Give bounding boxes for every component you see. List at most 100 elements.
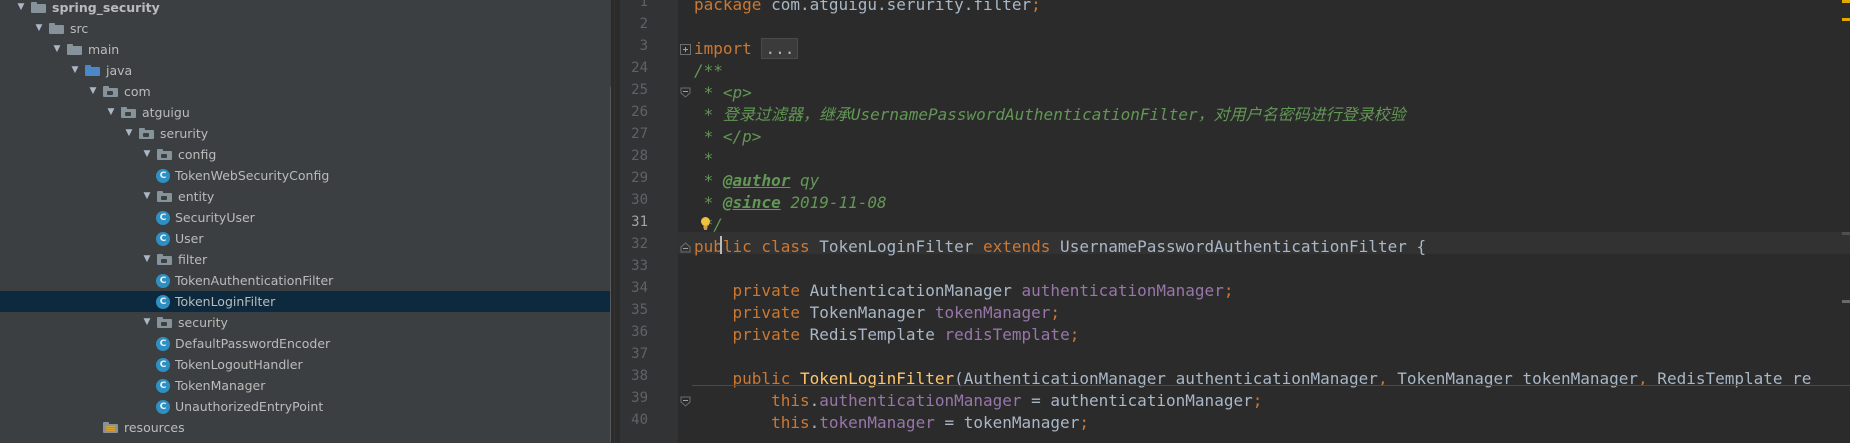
tree-item[interactable]: C TokenWebSecurityConfig	[0, 165, 611, 186]
code-line[interactable]: * <p>	[694, 82, 752, 104]
intention-bulb-icon[interactable]	[699, 216, 712, 231]
expand-arrow-icon[interactable]: ▼	[141, 144, 153, 165]
expand-arrow-icon[interactable]: ▼	[105, 102, 117, 123]
package-icon-wrap	[103, 81, 118, 102]
code-line[interactable]: private AuthenticationManager authentica…	[694, 280, 1234, 302]
code-token: * <p>	[694, 83, 752, 102]
code-token: this	[694, 391, 810, 410]
ide-window: ▼ spring_security ▼ src ▼ main ▼ java ▼ com ▼ atgui…	[0, 0, 1850, 443]
folder-icon-wrap	[67, 39, 82, 60]
expand-arrow-icon[interactable]: ▼	[141, 312, 153, 333]
collapse-arrow-icon[interactable]	[87, 417, 99, 438]
expand-arrow-icon[interactable]: ▼	[15, 0, 27, 18]
code-line[interactable]: this.tokenManager = tokenManager;	[694, 412, 1089, 434]
project-tree[interactable]: ▼ spring_security ▼ src ▼ main ▼ java ▼ com ▼ atgui…	[0, 0, 611, 443]
code-line[interactable]: public class TokenLoginFilter extends Us…	[694, 236, 1426, 258]
tree-item[interactable]: ▼ src	[0, 18, 611, 39]
tree-item[interactable]: C User	[0, 228, 611, 249]
tree-item[interactable]: C UnauthorizedEntryPoint	[0, 396, 611, 417]
line-number: 29	[631, 170, 648, 186]
class-icon-wrap: C	[156, 291, 170, 312]
package-icon-wrap	[121, 102, 136, 123]
expand-arrow-icon[interactable]: ▼	[69, 60, 81, 81]
tree-item[interactable]: C TokenManager	[0, 375, 611, 396]
code-line[interactable]: public TokenLoginFilter(AuthenticationMa…	[694, 368, 1812, 390]
class-icon-wrap: C	[156, 354, 170, 375]
tree-item-label: entity	[178, 189, 215, 204]
tree-scrollbar[interactable]	[610, 85, 611, 443]
tree-item-label: User	[175, 231, 204, 246]
tree-item-label: UnauthorizedEntryPoint	[175, 399, 324, 414]
code-line[interactable]: import ...	[694, 38, 799, 60]
code-line[interactable]: * @since 2019-11-08	[694, 192, 887, 214]
error-stripe-marker[interactable]	[1842, 232, 1850, 235]
code-token: com.atguigu.serurity.filter	[761, 0, 1032, 14]
expand-arrow-icon[interactable]: ▼	[141, 249, 153, 270]
tree-item-label: resources	[124, 420, 185, 435]
package-icon-wrap	[157, 249, 172, 270]
line-number: 28	[631, 148, 648, 164]
expand-arrow-icon[interactable]: ▼	[123, 123, 135, 144]
code-line[interactable]: *	[694, 148, 714, 170]
code-token: package	[694, 0, 762, 14]
code-token: qy	[790, 171, 820, 190]
tree-item[interactable]: ▼ com	[0, 81, 611, 102]
line-number: 2	[639, 16, 648, 32]
code-token: extends	[982, 237, 1051, 256]
tree-item[interactable]: C TokenLoginFilter	[0, 291, 611, 312]
code-token: ;	[1252, 391, 1263, 410]
error-stripe-marker[interactable]	[1842, 300, 1850, 303]
tree-item[interactable]: C DefaultPasswordEncoder	[0, 333, 611, 354]
tree-item-label: filter	[178, 252, 208, 267]
code-line[interactable]: /**	[694, 60, 723, 82]
code-token: ;	[1031, 0, 1041, 14]
tree-item[interactable]: C TokenLogoutHandler	[0, 354, 611, 375]
tree-item[interactable]: ▼ serurity	[0, 123, 611, 144]
fold-collapse-icon[interactable]	[680, 396, 691, 407]
expand-arrow-icon[interactable]: ▼	[87, 81, 99, 102]
error-stripe-marker[interactable]	[1842, 0, 1850, 3]
code-token: TokenLoginFilter	[809, 237, 983, 256]
code-token: .	[809, 391, 820, 410]
tree-item[interactable]: ▼ config	[0, 144, 611, 165]
fold-expand-icon[interactable]	[680, 44, 691, 55]
tree-item[interactable]: ▼ entity	[0, 186, 611, 207]
fold-collapse-icon[interactable]	[680, 242, 691, 253]
expand-arrow-icon[interactable]: ▼	[141, 186, 153, 207]
class-icon: C	[156, 294, 170, 309]
tree-item[interactable]: ▼ main	[0, 39, 611, 60]
class-icon: C	[156, 357, 170, 372]
tree-item[interactable]: ▼ filter	[0, 249, 611, 270]
class-icon: C	[156, 168, 170, 183]
code-line[interactable]: this.authenticationManager = authenticat…	[694, 390, 1262, 412]
code-line[interactable]: * 登录过滤器，继承UsernamePasswordAuthentication…	[694, 104, 1406, 126]
tree-item[interactable]: resources	[0, 417, 611, 438]
code-line[interactable]: package com.atguigu.serurity.filter;	[694, 0, 1041, 16]
tree-item[interactable]: ▼ atguigu	[0, 102, 611, 123]
tree-item-label: com	[124, 84, 151, 99]
tree-item[interactable]: ▼ security	[0, 312, 611, 333]
class-icon: C	[156, 336, 170, 351]
code-token: *	[694, 171, 723, 190]
package-icon	[157, 317, 172, 328]
expand-arrow-icon[interactable]: ▼	[33, 18, 45, 39]
tree-item[interactable]: ▼ spring_security	[0, 0, 611, 18]
fold-collapse-icon[interactable]	[680, 87, 691, 98]
error-stripe-marker[interactable]	[1842, 18, 1850, 21]
expand-arrow-icon[interactable]: ▼	[51, 39, 63, 60]
tree-item[interactable]: C SecurityUser	[0, 207, 611, 228]
code-token: private	[694, 281, 800, 300]
code-token: *	[694, 193, 723, 212]
code-line[interactable]: private TokenManager tokenManager;	[694, 302, 1061, 324]
line-number: 38	[631, 368, 648, 384]
folded-imports[interactable]: ...	[761, 38, 799, 59]
line-number: 40	[631, 412, 648, 428]
code-line[interactable]: * @author qy	[694, 170, 820, 192]
tree-item[interactable]: ▼ java	[0, 60, 611, 81]
code-line[interactable]: private RedisTemplate redisTemplate;	[694, 324, 1080, 346]
code-token: this	[694, 413, 810, 432]
code-line[interactable]: * </p>	[694, 126, 762, 148]
tree-item[interactable]: C TokenAuthenticationFilter	[0, 270, 611, 291]
tree-item-label: src	[70, 21, 89, 36]
code-token: @author	[722, 171, 791, 190]
